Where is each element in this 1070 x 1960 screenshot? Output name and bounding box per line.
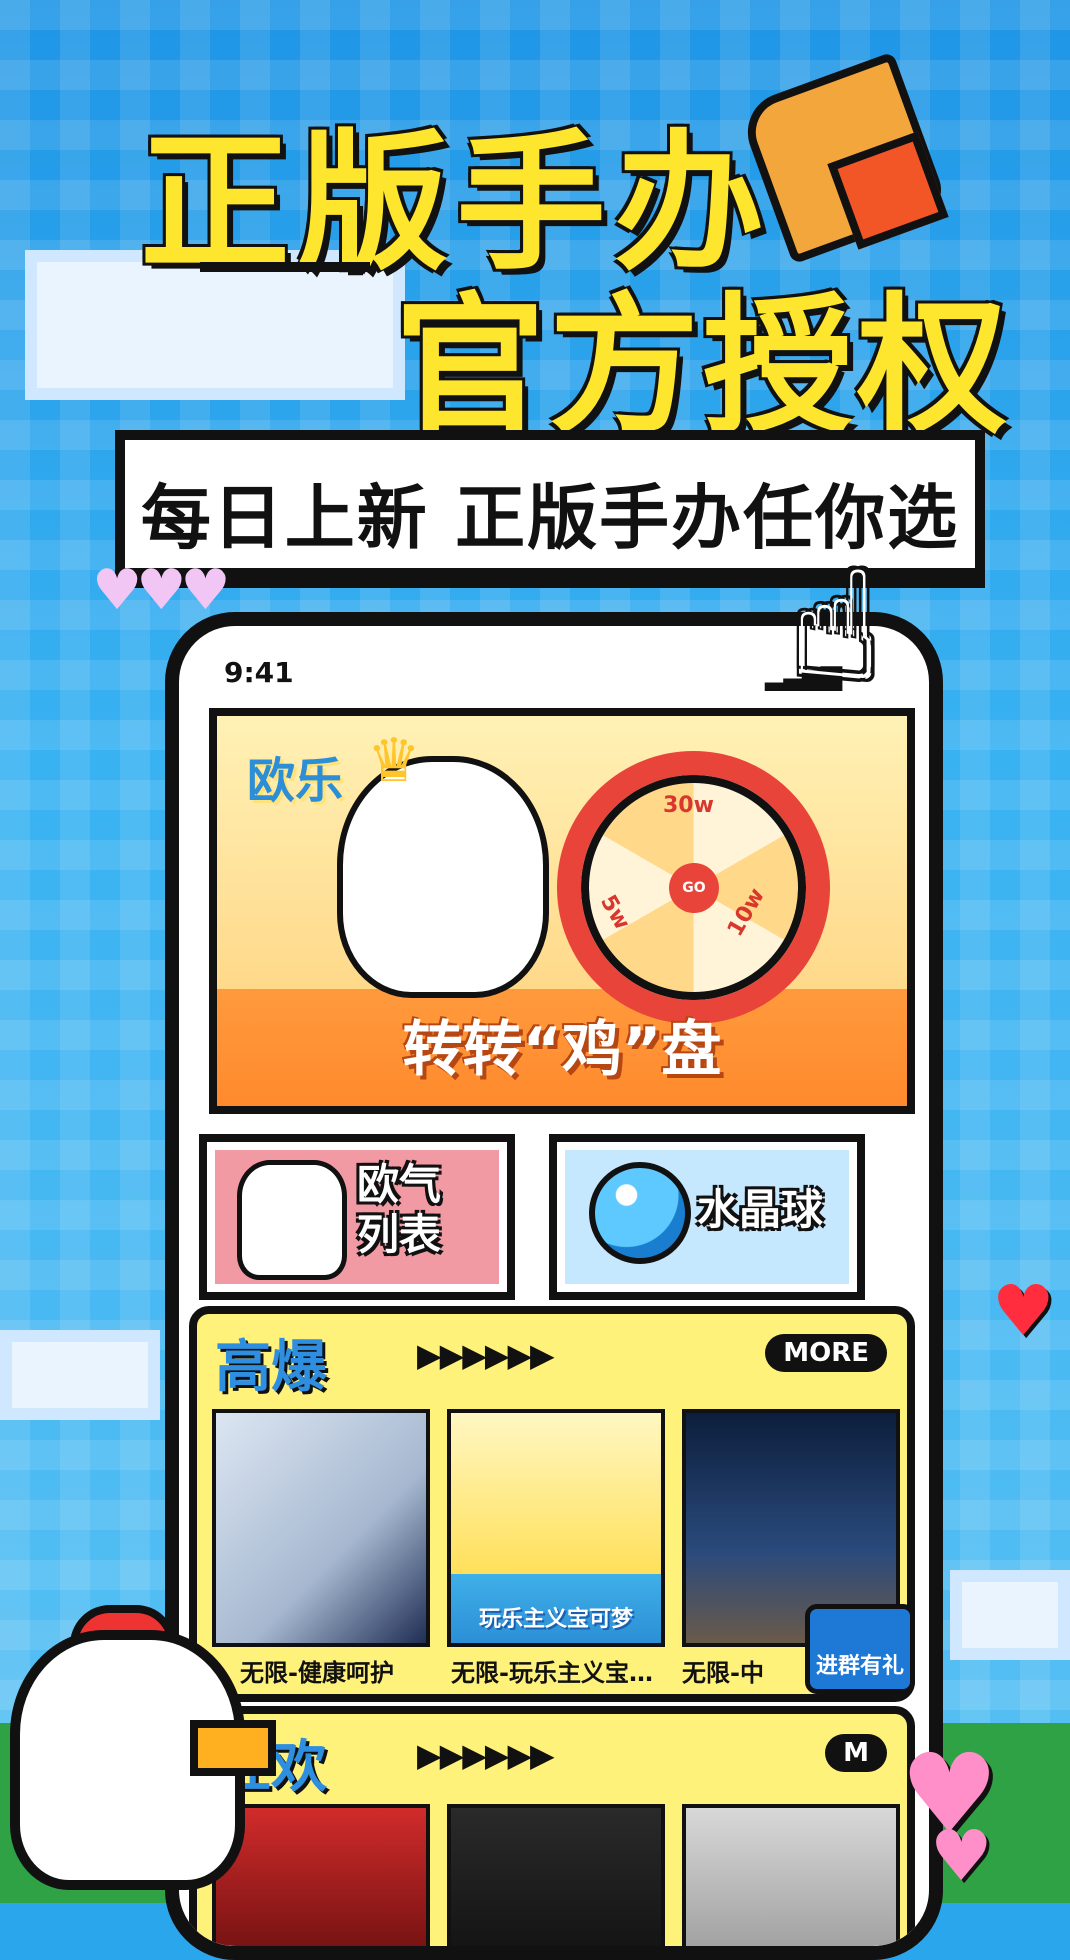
wheel-go-button[interactable]: GO [669,863,719,913]
wheel-label-top: 30w [663,793,714,818]
arrows-icon: ▶▶▶▶▶▶ [417,1336,555,1374]
cloud-decoration [0,1330,160,1420]
product-image-caption: 玩乐主义宝可梦 [478,1607,633,1632]
hearts-icon: ♥♥♥ [92,558,231,623]
phone-mockup: 9:41 ▂▃▅▆ 欧乐 ♛ GO 30w 5w 10w 转转“鸡”盘 欧气 列… [165,612,943,1960]
hot-section: 高爆 ▶▶▶▶▶▶ MORE 无限-健康呵护 玩乐主义宝可梦 无限-玩乐主义宝…… [189,1306,915,1702]
product-card[interactable]: 无限-健康呵护 [212,1409,430,1688]
product-image[interactable] [682,1804,900,1946]
headline-dash [200,262,370,272]
lucky-list-label-2: 列表 [357,1210,442,1259]
carnival-section: 狂欢 ▶▶▶▶▶▶ M [189,1706,915,1946]
join-group-label: 进群有礼 [815,1654,904,1679]
cloud-decoration [950,1570,1070,1660]
lucky-wheel-banner[interactable]: 欧乐 ♛ GO 30w 5w 10w 转转“鸡”盘 [209,708,915,1114]
arrows-icon: ▶▶▶▶▶▶ [417,1736,555,1774]
product-name: 无限-玩乐主义宝… [451,1659,653,1687]
product-image: 玩乐主义宝可梦 [447,1409,665,1647]
crystal-ball-icon [589,1162,691,1264]
spin-wheel-title: 转转“鸡”盘 [402,1015,722,1085]
prize-wheel[interactable]: GO 30w 5w 10w [557,751,830,1024]
status-time: 9:41 [224,656,294,689]
crown-icon: ♛ [367,726,421,796]
product-image [212,1409,430,1647]
heart-icon: ♥ [930,1815,993,1897]
product-image[interactable] [447,1804,665,1946]
join-group-button[interactable]: 进群有礼 [805,1604,915,1694]
wheel-label-right: 10w [722,884,771,941]
product-name: 无限-健康呵护 [240,1659,394,1687]
lucky-list-card[interactable]: 欧气 列表 [199,1134,515,1300]
product-card[interactable]: 玩乐主义宝可梦 无限-玩乐主义宝… [447,1409,665,1688]
chicken-icon [237,1160,347,1280]
hot-section-title: 高爆 [215,1335,327,1400]
hero-logo: 欧乐 [247,753,344,809]
crystal-ball-label: 水晶球 [697,1185,824,1234]
hand-cursor-icon: ☝ [790,540,882,714]
crystal-ball-card[interactable]: 水晶球 [549,1134,865,1300]
chicken-beak-icon [190,1720,276,1776]
more-button[interactable]: M [825,1734,887,1772]
wheel-label-left: 5w [595,890,635,935]
lucky-list-label-1: 欧气 [357,1160,442,1209]
heart-icon: ♥ [992,1270,1055,1352]
more-button[interactable]: MORE [765,1334,887,1372]
